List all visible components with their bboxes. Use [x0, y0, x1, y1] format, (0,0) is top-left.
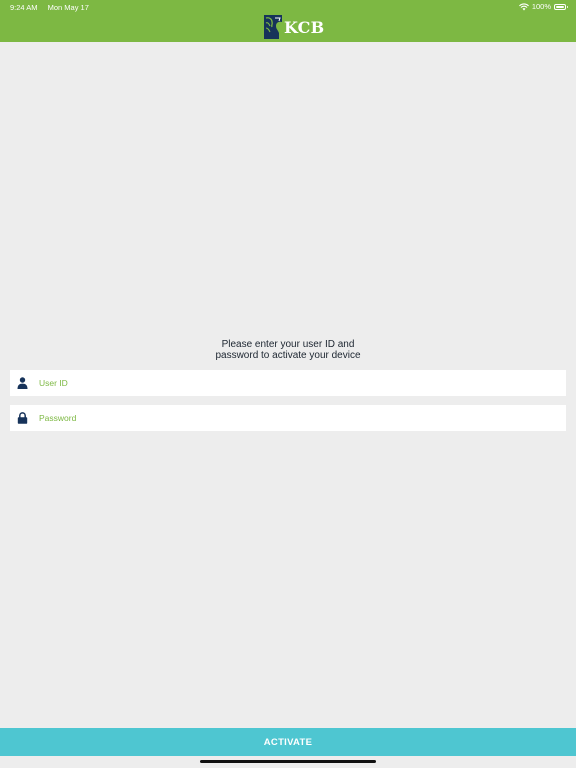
instructions-line-1: Please enter your user ID and	[221, 339, 355, 350]
user-id-field[interactable]	[10, 370, 566, 396]
password-input[interactable]	[39, 405, 559, 431]
status-time-date: 9:24 AM Mon May 17	[10, 3, 89, 12]
lion-icon	[264, 15, 282, 39]
activate-button[interactable]: ACTIVATE	[0, 728, 576, 756]
battery-percent: 100%	[531, 2, 551, 11]
status-indicators: 100%	[519, 2, 568, 11]
user-icon	[17, 377, 28, 389]
app-header: 9:24 AM Mon May 17 100% KCB	[0, 0, 576, 42]
status-bar: 9:24 AM Mon May 17 100%	[0, 0, 576, 14]
lock-icon	[17, 412, 28, 424]
instructions-line-2: password to activate your device	[215, 350, 361, 361]
logo-text: KCB	[284, 17, 325, 37]
kcb-logo: KCB	[263, 14, 324, 40]
password-field[interactable]	[10, 405, 566, 431]
home-indicator[interactable]	[200, 760, 376, 763]
status-time: 9:24 AM	[10, 3, 38, 12]
status-date: Mon May 17	[47, 3, 89, 12]
wifi-icon	[519, 2, 529, 10]
activation-screen: 9:24 AM Mon May 17 100% KCB Please enter…	[0, 0, 576, 768]
user-id-input[interactable]	[39, 370, 559, 396]
battery-icon	[554, 3, 568, 10]
activation-instructions: Please enter your user ID and password t…	[0, 339, 576, 361]
